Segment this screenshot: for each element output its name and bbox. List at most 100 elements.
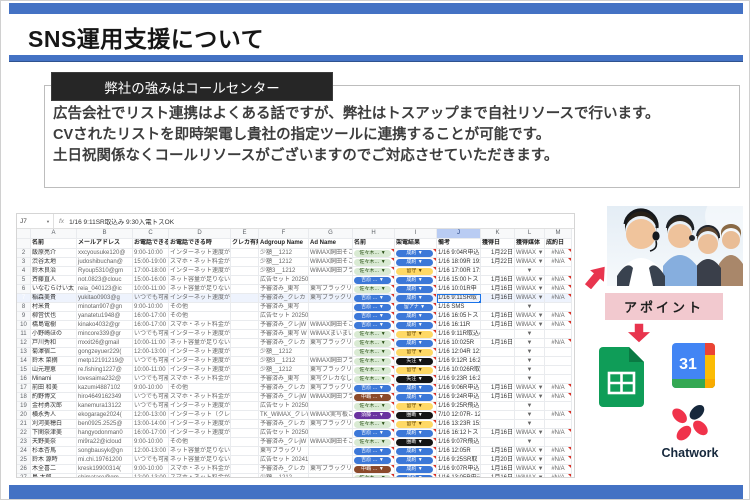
sheet-cell[interactable]: 少額__1212 <box>259 474 309 478</box>
sheet-header-cell[interactable]: 名前 <box>353 239 395 249</box>
status-dropdown-cell[interactable]: 成約 ▼ <box>395 276 437 285</box>
sheet-cell[interactable]: 杉本杏馬 <box>31 447 77 456</box>
sheet-cell[interactable]: ekogarage2024( <box>77 411 133 420</box>
sheet-cell[interactable]: #N/A <box>545 456 572 465</box>
sheet-cell[interactable]: 島 太郎 <box>31 474 77 478</box>
sheet-cell[interactable]: スマホ・ネット料金が高い <box>169 474 231 478</box>
status-dropdown[interactable]: 成約 ▼ <box>396 385 433 392</box>
sheet-cell[interactable]: 10:00-11:00 <box>133 285 169 294</box>
sheet-cell[interactable] <box>481 267 515 276</box>
sheet-cell[interactable]: インターネット速度が遅い <box>169 366 231 375</box>
sheet-cell[interactable]: kanemura13122 <box>77 402 133 411</box>
assignee-dropdown-cell[interactable]: 須藤 … ▼ <box>353 411 395 420</box>
sheet-cell[interactable]: 東写ブラックリ <box>309 465 353 474</box>
sheet-cell[interactable]: WiMAX実写板ご <box>309 411 353 420</box>
row-header[interactable]: 19 <box>17 402 31 411</box>
sheet-cell[interactable]: 刈河美穂白 <box>31 420 77 429</box>
sheet-cell[interactable] <box>231 420 259 429</box>
assignee-dropdown-cell[interactable]: 佐々木… ▼ <box>353 375 395 384</box>
sheet-cell[interactable]: インターネット速度が遅い <box>169 402 231 411</box>
sheet-cell[interactable]: 9:00-10:00 <box>133 438 169 447</box>
sheet-cell[interactable]: 1/16 16:12トス <box>437 429 481 438</box>
sheet-cell[interactable]: 木全喜二 <box>31 465 77 474</box>
sheet-cell[interactable]: 村米貴 <box>31 303 77 312</box>
sheet-cell[interactable]: kinako4032@gr <box>77 321 133 330</box>
assignee-dropdown[interactable]: 佐々木… ▼ <box>354 475 391 479</box>
sheet-cell[interactable]: hiro4649162349 <box>77 393 133 402</box>
sheet-cell[interactable]: 広告セット 20250111049400 <box>259 276 309 285</box>
assignee-dropdown[interactable]: 佐々木… ▼ <box>354 331 391 338</box>
status-dropdown[interactable]: 圏断 ▼ <box>396 412 433 419</box>
sheet-cell[interactable]: hangyodonman0 <box>77 429 133 438</box>
sheet-cell[interactable]: 13:00-14:00 <box>133 420 169 429</box>
sheet-cell[interactable]: その他 <box>169 438 231 447</box>
sheet-cell[interactable]: 9:00-10:00 <box>133 384 169 393</box>
sheet-cell[interactable]: 1/16 12:04R 12:12入電→救急 <box>437 348 481 357</box>
sheet-cell[interactable]: 1月16日 <box>481 312 515 321</box>
assignee-dropdown[interactable]: 吉原 … ▼ <box>354 322 391 329</box>
sheet-cell[interactable]: 10:00-11:00 <box>133 366 169 375</box>
sheet-cell[interactable]: 1月16日 <box>481 474 515 478</box>
sheet-cell[interactable]: 予審済み_クレjW <box>259 438 309 447</box>
sheet-header-cell[interactable]: 獲得媒体 <box>515 239 545 249</box>
sheet-cell[interactable] <box>309 456 353 465</box>
status-dropdown-cell[interactable]: 成約 ▼ <box>395 456 437 465</box>
sheet-cell[interactable] <box>481 366 515 375</box>
sheet-cell[interactable]: 1/16 9:07R申込 <box>437 465 481 474</box>
sheet-cell[interactable] <box>481 303 515 312</box>
sheet-cell[interactable] <box>309 447 353 456</box>
media-dropdown[interactable]: ▼ <box>515 267 545 276</box>
status-dropdown-cell[interactable]: 留守 ▼ <box>395 348 437 357</box>
assignee-dropdown-cell[interactable]: 佐々木… ▼ <box>353 357 395 366</box>
assignee-dropdown-cell[interactable]: 中嶋 … ▼ <box>353 393 395 402</box>
sheet-cell[interactable]: WiMAXまいまい <box>309 330 353 339</box>
sheet-cell[interactable] <box>231 375 259 384</box>
sheet-cell[interactable]: re.fishing1227@ <box>77 366 133 375</box>
status-dropdown-cell[interactable]: 留守 ▼ <box>395 366 437 375</box>
sheet-cell[interactable]: 1/16 9:07R飛込アナ 9:45左再 <box>437 438 481 447</box>
sheet-cell[interactable]: 12:00-13:00 <box>133 474 169 478</box>
sheet-cell[interactable]: #N/A <box>545 294 572 303</box>
formula-input[interactable]: 1/16 9:11SR取込み 9:30入電トスOK <box>69 216 174 226</box>
sheet-cell[interactable] <box>309 312 353 321</box>
sheet-cell[interactable] <box>231 276 259 285</box>
sheet-cell[interactable] <box>309 303 353 312</box>
sheet-cell[interactable] <box>231 411 259 420</box>
sheet-cell[interactable]: lovesaima232@ <box>77 375 133 384</box>
status-dropdown-cell[interactable]: 成約 ▼ <box>395 249 437 258</box>
sheet-cell[interactable] <box>231 438 259 447</box>
row-header[interactable]: 15 <box>17 366 31 375</box>
sheet-cell[interactable] <box>231 465 259 474</box>
row-header[interactable]: 21 <box>17 420 31 429</box>
media-dropdown[interactable]: WiMAX ▼ <box>515 285 545 294</box>
sheet-cell[interactable]: #N/A <box>545 276 572 285</box>
sheet-cell[interactable]: 1/16 9:12R 16:21R 1/19 10 <box>437 357 481 366</box>
assignee-dropdown[interactable]: 須藤 … ▼ <box>354 412 391 419</box>
media-dropdown[interactable]: ▼ <box>515 402 545 411</box>
sheet-cell[interactable] <box>231 330 259 339</box>
sheet-cell[interactable]: 12:00-13:00 <box>133 411 169 420</box>
sheet-cell[interactable]: 1月16日 <box>481 321 515 330</box>
sheet-cell[interactable]: mincore339@gr <box>77 330 133 339</box>
sheet-cell[interactable]: 東写ブラックリ <box>309 384 353 393</box>
media-dropdown[interactable]: ▼ <box>515 330 545 339</box>
row-header[interactable]: 26 <box>17 465 31 474</box>
sheet-cell[interactable] <box>545 420 572 429</box>
sheet-cell[interactable]: 小野崎ほの <box>31 330 77 339</box>
sheet-cell[interactable]: スマホ・ネット料金が高い <box>169 465 231 474</box>
status-dropdown[interactable]: 留守 ▼ <box>396 331 433 338</box>
sheet-cell[interactable]: 12:00-13:00 <box>133 348 169 357</box>
status-dropdown-cell[interactable]: 留守 ▼ <box>395 330 437 339</box>
assignee-dropdown-cell[interactable]: 吉原 … ▼ <box>353 429 395 438</box>
sheet-cell[interactable]: #N/A <box>545 312 572 321</box>
column-header[interactable]: M <box>545 229 572 239</box>
row-header[interactable]: 7 <box>17 294 31 303</box>
sheet-cell[interactable]: 1月16日 <box>481 294 515 303</box>
sheet-cell[interactable] <box>231 339 259 348</box>
column-header[interactable] <box>17 229 31 239</box>
sheet-cell[interactable]: 1/16 10:026R取込み 10:34R 1 <box>437 366 481 375</box>
sheet-cell[interactable] <box>545 330 572 339</box>
sheet-cell[interactable]: 橋島電樹 <box>31 321 77 330</box>
sheet-cell[interactable]: 山元理恵 <box>31 366 77 375</box>
status-dropdown-cell[interactable]: 成約 ▼ <box>395 393 437 402</box>
